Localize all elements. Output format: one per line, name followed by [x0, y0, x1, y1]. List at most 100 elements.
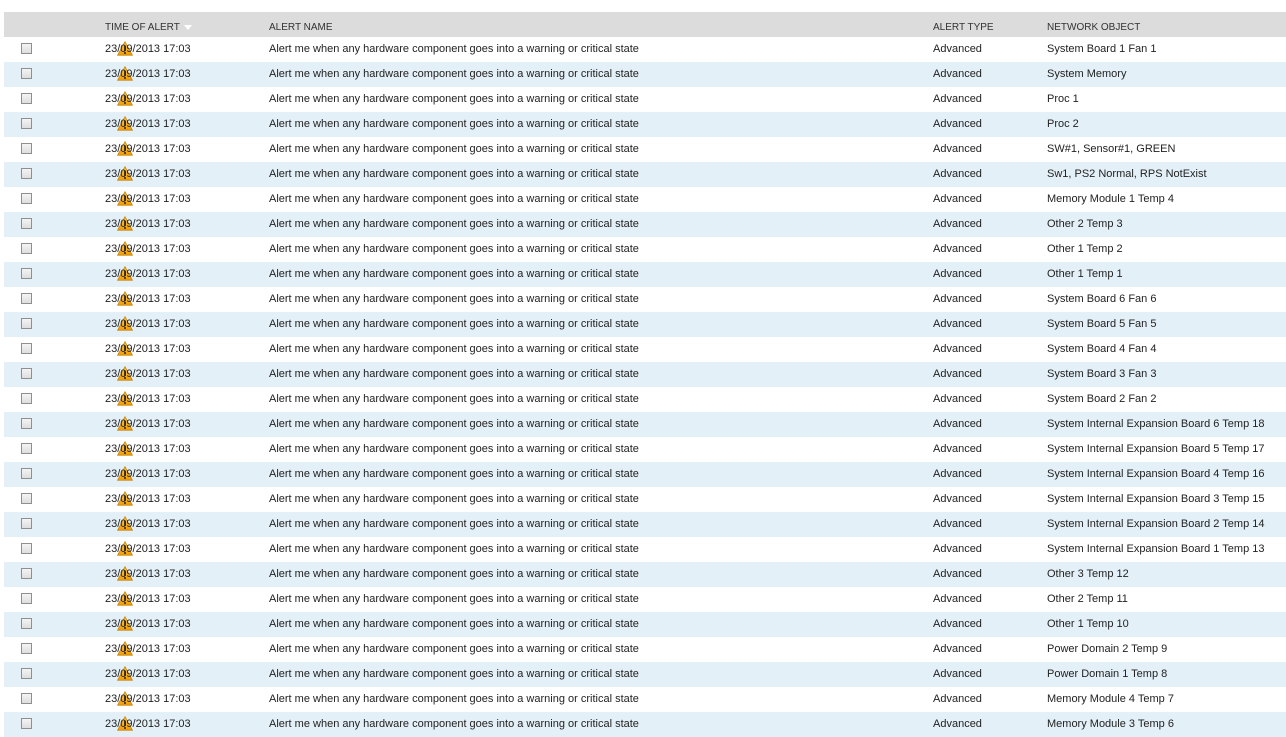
row-network-object[interactable]: Memory Module 1 Temp 4: [1047, 187, 1174, 212]
table-row[interactable]: 23/09/2013 17:03 Alert me when any hardw…: [4, 662, 1286, 687]
table-row[interactable]: 23/09/2013 17:03 Alert me when any hardw…: [4, 287, 1286, 312]
row-checkbox[interactable]: [21, 118, 32, 129]
row-alert-name[interactable]: Alert me when any hardware component goe…: [269, 312, 639, 337]
row-alert-name[interactable]: Alert me when any hardware component goe…: [269, 512, 639, 537]
row-checkbox[interactable]: [21, 568, 32, 579]
row-alert-name[interactable]: Alert me when any hardware component goe…: [269, 612, 639, 637]
table-row[interactable]: 23/09/2013 17:03 Alert me when any hardw…: [4, 37, 1286, 62]
row-alert-name[interactable]: Alert me when any hardware component goe…: [269, 712, 639, 737]
row-checkbox[interactable]: [21, 493, 32, 504]
row-alert-name[interactable]: Alert me when any hardware component goe…: [269, 62, 639, 87]
row-alert-name[interactable]: Alert me when any hardware component goe…: [269, 337, 639, 362]
row-network-object[interactable]: System Memory: [1047, 62, 1126, 87]
row-alert-name[interactable]: Alert me when any hardware component goe…: [269, 662, 639, 687]
row-alert-name[interactable]: Alert me when any hardware component goe…: [269, 112, 639, 137]
row-network-object[interactable]: Memory Module 3 Temp 6: [1047, 712, 1174, 737]
row-alert-name[interactable]: Alert me when any hardware component goe…: [269, 187, 639, 212]
row-checkbox[interactable]: [21, 68, 32, 79]
table-row[interactable]: 23/09/2013 17:03 Alert me when any hardw…: [4, 62, 1286, 87]
row-alert-name[interactable]: Alert me when any hardware component goe…: [269, 687, 639, 712]
row-network-object[interactable]: System Board 4 Fan 4: [1047, 337, 1156, 362]
table-row[interactable]: 23/09/2013 17:03 Alert me when any hardw…: [4, 162, 1286, 187]
row-network-object[interactable]: System Board 6 Fan 6: [1047, 287, 1156, 312]
row-checkbox[interactable]: [21, 718, 32, 729]
row-network-object[interactable]: SW#1, Sensor#1, GREEN: [1047, 137, 1175, 162]
row-alert-name[interactable]: Alert me when any hardware component goe…: [269, 537, 639, 562]
row-alert-name[interactable]: Alert me when any hardware component goe…: [269, 412, 639, 437]
table-row[interactable]: 23/09/2013 17:03 Alert me when any hardw…: [4, 462, 1286, 487]
row-checkbox[interactable]: [21, 693, 32, 704]
row-checkbox[interactable]: [21, 668, 32, 679]
row-checkbox[interactable]: [21, 193, 32, 204]
row-network-object[interactable]: Power Domain 1 Temp 8: [1047, 662, 1167, 687]
table-row[interactable]: 23/09/2013 17:03 Alert me when any hardw…: [4, 187, 1286, 212]
table-row[interactable]: 23/09/2013 17:03 Alert me when any hardw…: [4, 387, 1286, 412]
row-checkbox[interactable]: [21, 643, 32, 654]
row-checkbox[interactable]: [21, 418, 32, 429]
table-row[interactable]: 23/09/2013 17:03 Alert me when any hardw…: [4, 262, 1286, 287]
row-checkbox[interactable]: [21, 518, 32, 529]
row-checkbox[interactable]: [21, 368, 32, 379]
row-network-object[interactable]: System Internal Expansion Board 2 Temp 1…: [1047, 512, 1264, 537]
row-checkbox[interactable]: [21, 218, 32, 229]
row-network-object[interactable]: System Board 3 Fan 3: [1047, 362, 1156, 387]
row-checkbox[interactable]: [21, 143, 32, 154]
row-network-object[interactable]: Other 1 Temp 2: [1047, 237, 1123, 262]
table-row[interactable]: 23/09/2013 17:03 Alert me when any hardw…: [4, 512, 1286, 537]
row-network-object[interactable]: Proc 1: [1047, 87, 1079, 112]
row-network-object[interactable]: Sw1, PS2 Normal, RPS NotExist: [1047, 162, 1207, 187]
row-alert-name[interactable]: Alert me when any hardware component goe…: [269, 137, 639, 162]
row-alert-name[interactable]: Alert me when any hardware component goe…: [269, 562, 639, 587]
row-checkbox[interactable]: [21, 243, 32, 254]
row-network-object[interactable]: System Internal Expansion Board 3 Temp 1…: [1047, 487, 1264, 512]
row-checkbox[interactable]: [21, 543, 32, 554]
row-network-object[interactable]: Other 3 Temp 12: [1047, 562, 1129, 587]
row-checkbox[interactable]: [21, 293, 32, 304]
row-alert-name[interactable]: Alert me when any hardware component goe…: [269, 437, 639, 462]
row-alert-name[interactable]: Alert me when any hardware component goe…: [269, 212, 639, 237]
row-network-object[interactable]: Proc 2: [1047, 112, 1079, 137]
row-network-object[interactable]: System Internal Expansion Board 6 Temp 1…: [1047, 412, 1264, 437]
row-network-object[interactable]: System Internal Expansion Board 4 Temp 1…: [1047, 462, 1264, 487]
row-alert-name[interactable]: Alert me when any hardware component goe…: [269, 387, 639, 412]
table-row[interactable]: 23/09/2013 17:03 Alert me when any hardw…: [4, 87, 1286, 112]
table-row[interactable]: 23/09/2013 17:03 Alert me when any hardw…: [4, 487, 1286, 512]
row-network-object[interactable]: System Board 1 Fan 1: [1047, 37, 1156, 62]
row-alert-name[interactable]: Alert me when any hardware component goe…: [269, 487, 639, 512]
row-alert-name[interactable]: Alert me when any hardware component goe…: [269, 87, 639, 112]
table-row[interactable]: 23/09/2013 17:03 Alert me when any hardw…: [4, 212, 1286, 237]
row-alert-name[interactable]: Alert me when any hardware component goe…: [269, 637, 639, 662]
row-network-object[interactable]: Memory Module 4 Temp 7: [1047, 687, 1174, 712]
table-row[interactable]: 23/09/2013 17:03 Alert me when any hardw…: [4, 637, 1286, 662]
table-row[interactable]: 23/09/2013 17:03 Alert me when any hardw…: [4, 587, 1286, 612]
row-alert-name[interactable]: Alert me when any hardware component goe…: [269, 162, 639, 187]
row-network-object[interactable]: Other 2 Temp 3: [1047, 212, 1123, 237]
row-checkbox[interactable]: [21, 268, 32, 279]
row-checkbox[interactable]: [21, 618, 32, 629]
row-alert-name[interactable]: Alert me when any hardware component goe…: [269, 362, 639, 387]
row-network-object[interactable]: System Board 5 Fan 5: [1047, 312, 1156, 337]
table-row[interactable]: 23/09/2013 17:03 Alert me when any hardw…: [4, 137, 1286, 162]
row-network-object[interactable]: Other 1 Temp 10: [1047, 612, 1129, 637]
table-row[interactable]: 23/09/2013 17:03 Alert me when any hardw…: [4, 562, 1286, 587]
row-network-object[interactable]: System Internal Expansion Board 5 Temp 1…: [1047, 437, 1264, 462]
row-checkbox[interactable]: [21, 43, 32, 54]
row-alert-name[interactable]: Alert me when any hardware component goe…: [269, 587, 639, 612]
row-checkbox[interactable]: [21, 393, 32, 404]
table-row[interactable]: 23/09/2013 17:03 Alert me when any hardw…: [4, 412, 1286, 437]
table-row[interactable]: 23/09/2013 17:03 Alert me when any hardw…: [4, 312, 1286, 337]
row-checkbox[interactable]: [21, 443, 32, 454]
header-network-object[interactable]: NETWORK OBJECT: [1047, 12, 1140, 37]
table-row[interactable]: 23/09/2013 17:03 Alert me when any hardw…: [4, 687, 1286, 712]
row-alert-name[interactable]: Alert me when any hardware component goe…: [269, 462, 639, 487]
row-checkbox[interactable]: [21, 318, 32, 329]
row-alert-name[interactable]: Alert me when any hardware component goe…: [269, 37, 639, 62]
row-network-object[interactable]: Other 1 Temp 1: [1047, 262, 1123, 287]
row-network-object[interactable]: System Internal Expansion Board 1 Temp 1…: [1047, 537, 1264, 562]
row-alert-name[interactable]: Alert me when any hardware component goe…: [269, 237, 639, 262]
row-network-object[interactable]: System Board 2 Fan 2: [1047, 387, 1156, 412]
table-row[interactable]: 23/09/2013 17:03 Alert me when any hardw…: [4, 437, 1286, 462]
row-alert-name[interactable]: Alert me when any hardware component goe…: [269, 287, 639, 312]
row-checkbox[interactable]: [21, 468, 32, 479]
table-row[interactable]: 23/09/2013 17:03 Alert me when any hardw…: [4, 237, 1286, 262]
